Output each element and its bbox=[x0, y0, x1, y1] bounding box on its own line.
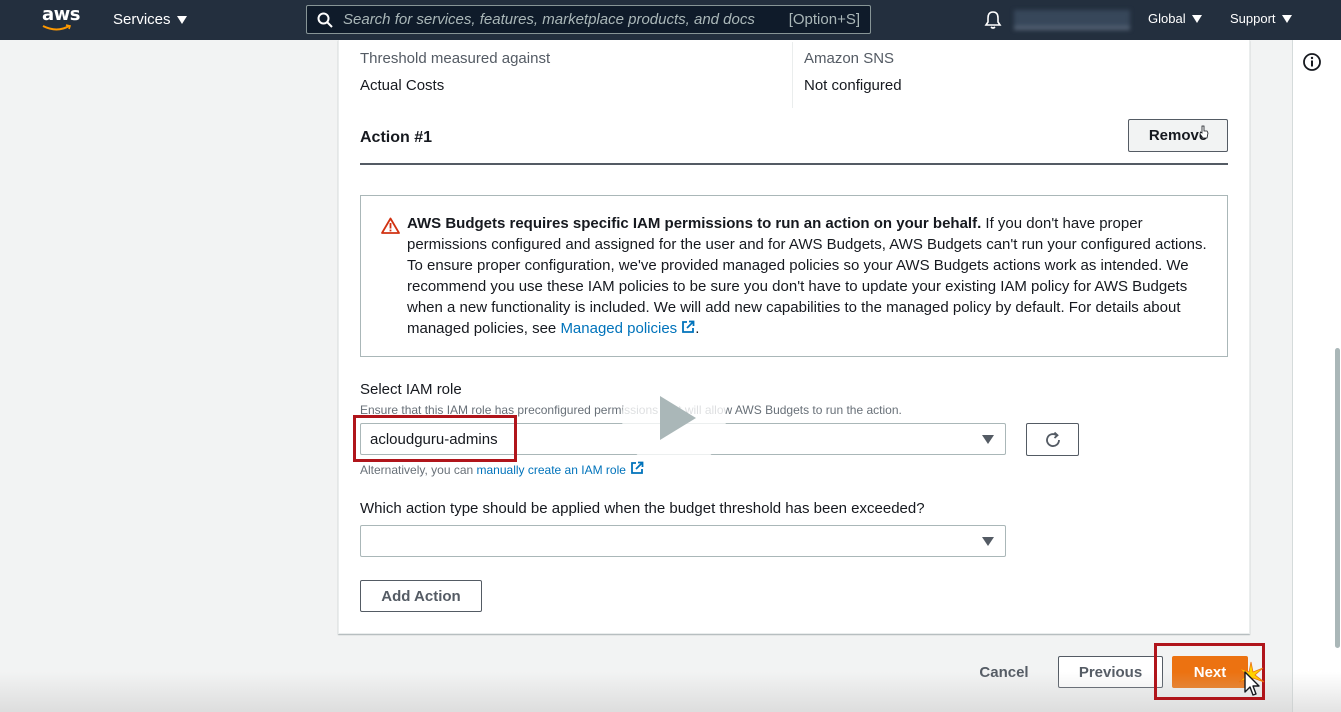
cancel-button[interactable]: Cancel bbox=[968, 656, 1040, 688]
video-play-button[interactable] bbox=[622, 366, 726, 470]
remove-button[interactable]: Remove bbox=[1128, 119, 1228, 152]
create-iam-role-label: manually create an IAM role bbox=[476, 463, 626, 477]
permissions-warning-alert: AWS Budgets requires specific IAM permis… bbox=[360, 195, 1228, 357]
search-shortcut: [Option+S] bbox=[788, 11, 860, 28]
hand-cursor-icon bbox=[1199, 125, 1209, 139]
scrollbar[interactable] bbox=[1335, 348, 1340, 648]
alert-text: AWS Budgets requires specific IAM permis… bbox=[407, 213, 1207, 339]
alternative-text: Alternatively, you can manually create a… bbox=[360, 461, 644, 477]
managed-policies-link[interactable]: Managed policies bbox=[560, 320, 695, 337]
action-type-select[interactable] bbox=[360, 525, 1006, 557]
top-navigation: aws Services [Option+S] Global Support bbox=[0, 0, 1341, 40]
previous-button[interactable]: Previous bbox=[1058, 656, 1163, 688]
sns-value: Not configured bbox=[804, 77, 902, 94]
region-label: Global bbox=[1148, 11, 1186, 26]
help-panel-rail bbox=[1292, 40, 1341, 712]
threshold-value: Actual Costs bbox=[360, 77, 445, 94]
dropdown-caret-icon bbox=[982, 537, 994, 546]
account-menu[interactable] bbox=[1014, 10, 1130, 30]
caret-down-icon bbox=[176, 15, 187, 24]
support-label: Support bbox=[1230, 11, 1276, 26]
region-menu[interactable]: Global bbox=[1148, 11, 1202, 26]
action-type-label: Which action type should be applied when… bbox=[360, 500, 925, 517]
refresh-icon bbox=[1046, 431, 1060, 447]
alert-body: If you don't have proper permissions con… bbox=[407, 215, 1207, 337]
add-action-button[interactable]: Add Action bbox=[360, 580, 482, 612]
bell-icon[interactable] bbox=[984, 10, 1002, 30]
caret-down-icon bbox=[1191, 14, 1202, 23]
aws-logo-text: aws bbox=[42, 4, 81, 25]
search-input[interactable] bbox=[343, 11, 789, 28]
support-menu[interactable]: Support bbox=[1230, 11, 1292, 26]
arrow-cursor-icon bbox=[1244, 671, 1260, 696]
external-link-icon bbox=[631, 461, 644, 474]
sns-label: Amazon SNS bbox=[804, 50, 895, 67]
search-bar[interactable]: [Option+S] bbox=[306, 5, 871, 34]
services-menu[interactable]: Services bbox=[113, 11, 187, 28]
caret-down-icon bbox=[1281, 14, 1292, 23]
alert-heading: AWS Budgets requires specific IAM permis… bbox=[407, 215, 982, 232]
action-title: Action #1 bbox=[360, 129, 433, 146]
aws-smile-icon bbox=[42, 24, 72, 31]
refresh-button[interactable] bbox=[1026, 423, 1079, 456]
info-icon[interactable] bbox=[1302, 52, 1322, 72]
alert-end: . bbox=[695, 320, 700, 337]
search-icon bbox=[317, 12, 333, 28]
play-icon bbox=[660, 396, 696, 440]
alternative-prefix: Alternatively, you can bbox=[360, 463, 477, 477]
threshold-label: Threshold measured against bbox=[360, 50, 551, 67]
section-divider bbox=[360, 163, 1228, 165]
column-divider bbox=[792, 42, 793, 108]
dropdown-caret-icon bbox=[982, 435, 994, 444]
external-link-icon bbox=[682, 320, 695, 333]
iam-role-highlight-box bbox=[353, 415, 517, 462]
warning-icon bbox=[381, 217, 400, 234]
iam-role-label: Select IAM role bbox=[360, 381, 462, 398]
managed-policies-label: Managed policies bbox=[560, 320, 678, 337]
aws-logo[interactable]: aws bbox=[42, 4, 81, 34]
create-iam-role-link[interactable]: manually create an IAM role bbox=[476, 461, 644, 477]
services-label: Services bbox=[113, 11, 171, 28]
